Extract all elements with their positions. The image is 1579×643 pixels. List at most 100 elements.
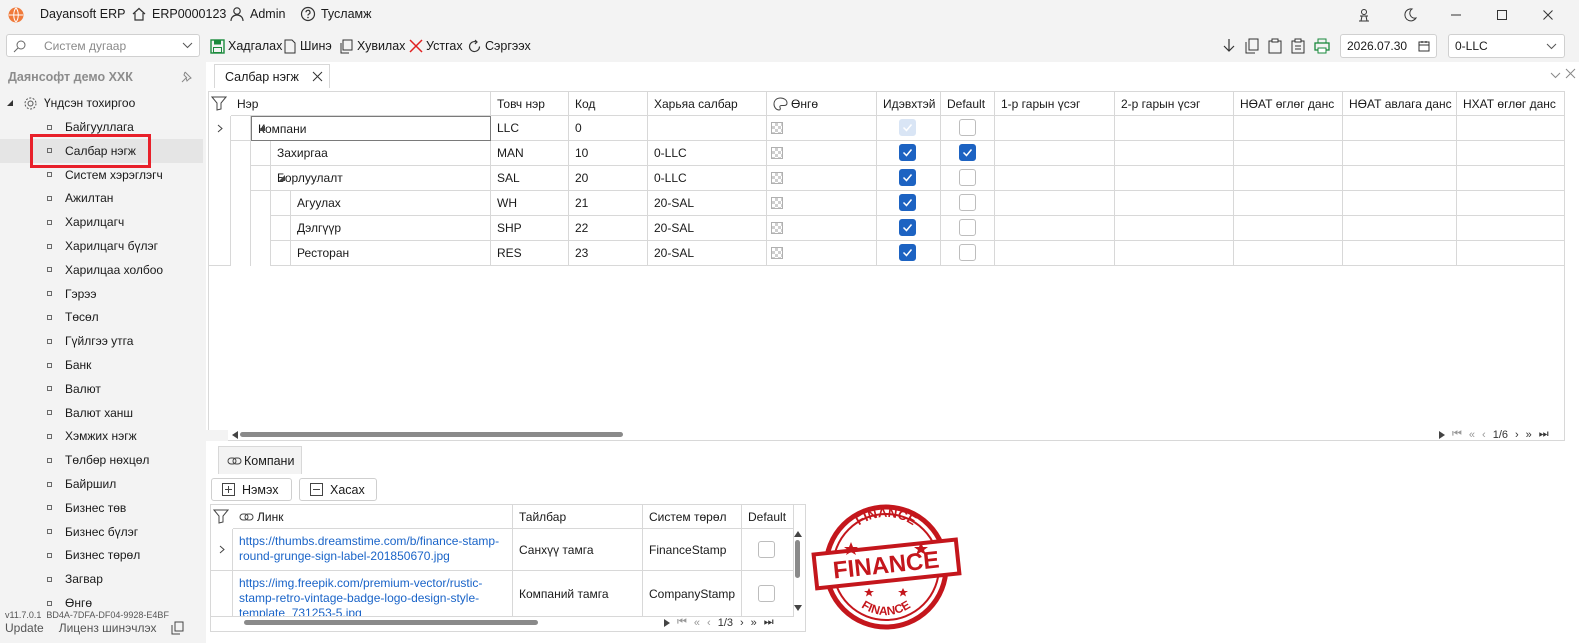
cell-empty[interactable]: [1457, 116, 1564, 141]
sidebar-item[interactable]: Ажилтан: [0, 186, 203, 210]
sidebar-item[interactable]: Төлбөр нөхцөл: [0, 448, 203, 472]
cell-empty[interactable]: [1115, 116, 1234, 141]
cell-code[interactable]: 20: [569, 166, 648, 191]
sidebar-item[interactable]: Өнгө: [0, 591, 203, 615]
cell-code[interactable]: 23: [569, 241, 648, 266]
cell-code[interactable]: 10: [569, 141, 648, 166]
sidebar-item[interactable]: Валют ханш: [0, 401, 203, 425]
paste-icon[interactable]: [1291, 35, 1305, 57]
cell-parent[interactable]: 20-SAL: [648, 216, 767, 241]
sidebar-root-item[interactable]: Үндсэн тохиргоо: [0, 91, 203, 115]
cell-desc[interactable]: Компаний тамга: [513, 571, 643, 617]
filter-icon[interactable]: [211, 96, 227, 111]
active-checkbox[interactable]: [899, 169, 916, 186]
column-header[interactable]: Систем төрөл: [643, 505, 742, 529]
new-button[interactable]: Шинэ: [283, 35, 332, 57]
panel-close-icon[interactable]: [1565, 68, 1576, 79]
update-link[interactable]: Update: [5, 621, 44, 635]
cell-empty[interactable]: [1343, 216, 1457, 241]
column-header[interactable]: Тайлбар: [513, 505, 643, 529]
default-checkbox[interactable]: [959, 194, 976, 211]
cell-empty[interactable]: [995, 191, 1115, 216]
cell-short[interactable]: SHP: [491, 216, 569, 241]
cell-empty[interactable]: [995, 241, 1115, 266]
sidebar-item[interactable]: Валют: [0, 377, 203, 401]
cell-code[interactable]: 0: [569, 116, 648, 141]
active-checkbox[interactable]: [899, 144, 916, 161]
cell-color[interactable]: [767, 191, 877, 216]
cell-empty[interactable]: [1115, 191, 1234, 216]
cell-short[interactable]: MAN: [491, 141, 569, 166]
default-checkbox[interactable]: [758, 585, 775, 602]
column-header[interactable]: 2-р гарын үсэг: [1115, 92, 1234, 116]
cell-name[interactable]: Дэлгүүр: [291, 216, 491, 241]
cell-empty[interactable]: [1343, 141, 1457, 166]
next-group-icon[interactable]: »: [1526, 429, 1532, 441]
cell-color[interactable]: [767, 141, 877, 166]
dark-mode-icon[interactable]: [1387, 0, 1433, 30]
license-update-link[interactable]: Лиценз шинэчлэх: [59, 621, 157, 635]
help-menu[interactable]: Тусламж: [300, 6, 372, 22]
cell-short[interactable]: SAL: [491, 166, 569, 191]
sidebar-item[interactable]: Харилцагч: [0, 210, 203, 234]
search-input[interactable]: Систем дугаар: [6, 34, 200, 57]
cell-parent[interactable]: 0-LLC: [648, 166, 767, 191]
cell-type[interactable]: CompanyStamp: [643, 571, 742, 617]
print-icon[interactable]: [1314, 35, 1330, 57]
vertical-scrollbar[interactable]: [795, 540, 800, 578]
cell-link[interactable]: https://thumbs.dreamstime.com/b/finance-…: [233, 529, 513, 571]
default-checkbox[interactable]: [959, 144, 976, 161]
scroll-down-icon[interactable]: [794, 605, 802, 611]
assistant-icon[interactable]: [1341, 0, 1387, 30]
horizontal-scrollbar[interactable]: [240, 432, 623, 437]
maximize-button[interactable]: [1479, 0, 1525, 30]
cell-empty[interactable]: [995, 141, 1115, 166]
collapse-triangle-icon[interactable]: [258, 124, 266, 132]
link-text[interactable]: template_731253-5.jpg: [239, 606, 512, 616]
sidebar-item[interactable]: Загвар: [0, 567, 203, 591]
cell-color[interactable]: [767, 241, 877, 266]
cell-empty[interactable]: [1234, 216, 1343, 241]
links-horizontal-scrollbar[interactable]: [244, 620, 538, 625]
default-checkbox[interactable]: [959, 219, 976, 236]
sidebar-item[interactable]: Харилцагч бүлэг: [0, 234, 203, 258]
play-icon[interactable]: [664, 618, 670, 627]
prev-group-icon[interactable]: «: [694, 617, 700, 629]
close-tab-icon[interactable]: [312, 71, 323, 82]
cell-empty[interactable]: [1343, 191, 1457, 216]
default-checkbox[interactable]: [959, 119, 976, 136]
default-checkbox[interactable]: [959, 169, 976, 186]
collapse-triangle-icon[interactable]: [278, 174, 286, 182]
delete-button[interactable]: Устгах: [409, 35, 463, 57]
column-header[interactable]: Линк: [233, 505, 513, 529]
cell-color[interactable]: [767, 216, 877, 241]
column-header[interactable]: НӨАТ өглөг данс: [1234, 92, 1343, 116]
cell-empty[interactable]: [1457, 166, 1564, 191]
sidebar-item[interactable]: Харилцаа холбоо: [0, 258, 203, 282]
default-checkbox[interactable]: [758, 541, 775, 558]
system-number[interactable]: ERP0000123: [131, 6, 226, 22]
filter-icon[interactable]: [213, 509, 229, 524]
first-page-icon[interactable]: ⏮: [677, 616, 687, 629]
column-header[interactable]: Default: [941, 92, 995, 116]
next-page-icon[interactable]: ›: [1515, 429, 1519, 441]
row-indicator[interactable]: [211, 571, 233, 617]
column-header[interactable]: Код: [569, 92, 648, 116]
next-group-icon[interactable]: »: [751, 617, 757, 629]
column-header[interactable]: Өнгө: [767, 92, 877, 116]
refresh-button[interactable]: Сэргээх: [467, 35, 531, 57]
cell-parent[interactable]: 0-LLC: [648, 141, 767, 166]
duplicate-icon[interactable]: [1245, 35, 1259, 57]
active-checkbox[interactable]: [899, 194, 916, 211]
cell-empty[interactable]: [1115, 216, 1234, 241]
copy-button[interactable]: Хувилах: [339, 35, 405, 57]
cell-color[interactable]: [767, 116, 877, 141]
column-header[interactable]: Нэр: [231, 92, 491, 116]
copy-icon[interactable]: [171, 621, 184, 635]
column-header[interactable]: 1-р гарын үсэг: [995, 92, 1115, 116]
row-indicator[interactable]: [211, 529, 233, 571]
user-menu[interactable]: Admin: [229, 6, 285, 22]
column-header[interactable]: НӨАТ авлага данс: [1343, 92, 1457, 116]
cell-empty[interactable]: [1343, 241, 1457, 266]
link-text[interactable]: stamp-retro-vintage-badge-logo-design-st…: [239, 591, 512, 606]
